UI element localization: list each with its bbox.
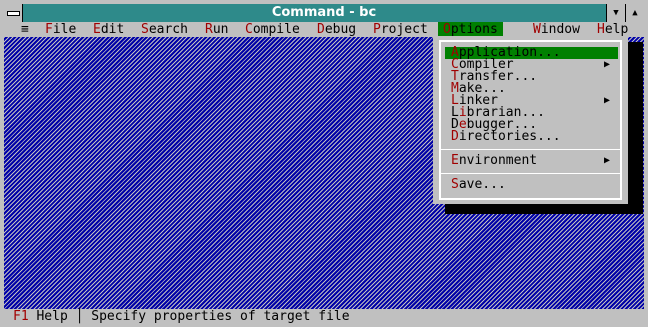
menu-compile[interactable]: Compile (240, 22, 305, 37)
window-title: Command - bc (271, 5, 377, 20)
status-message: Specify properties of target file (91, 309, 350, 324)
menu-search[interactable]: Search (136, 22, 193, 37)
menu-edit[interactable]: Edit (88, 22, 129, 37)
title-bar[interactable]: Command - bc ▼ ▲ (4, 4, 644, 22)
submenu-arrow-icon: ▶ (603, 95, 610, 106)
status-bar: F1 Help │ Specify properties of target f… (4, 309, 644, 325)
options-dropdown: Application... Compiler ▶ Transfer... Mak… (433, 36, 628, 204)
status-key[interactable]: F1 (4, 309, 29, 324)
menu-item-save[interactable]: Save... (445, 178, 618, 191)
status-separator: │ (67, 309, 92, 324)
menu-shadow-bottom (445, 204, 643, 214)
menu-shadow-right (628, 42, 643, 214)
menu-debug[interactable]: Debug (312, 22, 361, 37)
menu-window[interactable]: Window (528, 22, 585, 37)
menu-item-directories[interactable]: Directories... (445, 130, 618, 143)
menu-file[interactable]: File (40, 22, 81, 37)
menu-project[interactable]: Project (368, 22, 433, 37)
hamburger-icon: ≡ (21, 22, 29, 37)
menu-item-environment[interactable]: Environment ▶ (445, 154, 618, 167)
submenu-arrow-icon: ▶ (603, 59, 610, 70)
menu-options[interactable]: Options (438, 22, 503, 37)
maximize-button[interactable]: ▲ (625, 4, 644, 22)
submenu-arrow-icon: ▶ (603, 155, 610, 166)
maximize-icon: ▲ (632, 8, 638, 18)
menu-bar: ≡ File Edit Search Run Compile Debug Pro… (4, 22, 644, 37)
menu-help[interactable]: Help (592, 22, 633, 37)
menu-separator (441, 173, 620, 174)
status-key-label[interactable]: Help (29, 309, 67, 324)
menu-run[interactable]: Run (200, 22, 233, 37)
menu-system[interactable]: ≡ (16, 22, 34, 37)
minimize-button[interactable]: ▼ (606, 4, 625, 22)
menu-separator (441, 149, 620, 150)
minimize-icon: ▼ (613, 8, 619, 18)
